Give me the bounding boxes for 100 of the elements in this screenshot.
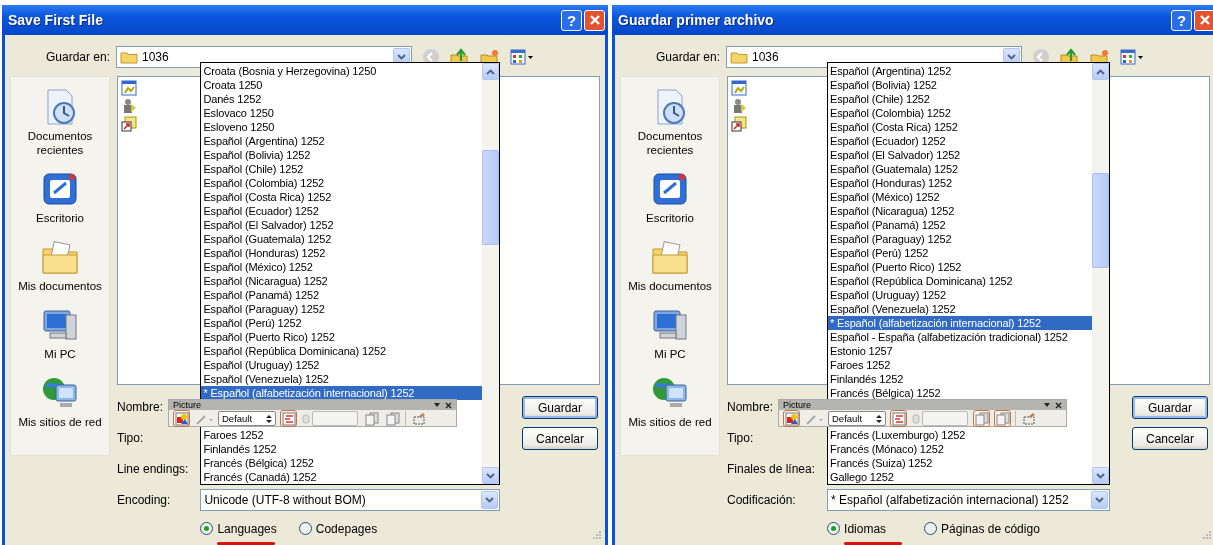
list-item[interactable]: Esloveno 1250: [201, 120, 482, 134]
radio-label[interactable]: Codepages: [315, 522, 378, 536]
radio-label[interactable]: Páginas de código: [941, 522, 1040, 536]
mode-dropdown[interactable]: Default: [218, 411, 276, 426]
place-label[interactable]: Mis documentos: [628, 279, 712, 293]
list-item[interactable]: Español (Perú) 1252: [201, 316, 482, 330]
scroll-down-button[interactable]: [1092, 467, 1109, 484]
filter-icon[interactable]: [890, 410, 907, 427]
image-icon[interactable]: [783, 410, 800, 427]
list-item[interactable]: Eslovaco 1250: [201, 106, 482, 120]
place-label[interactable]: Mi PC: [654, 347, 686, 361]
program-file-icon[interactable]: [731, 98, 747, 114]
radio-button[interactable]: [298, 522, 312, 535]
close-icon[interactable]: [445, 401, 452, 409]
pages-icon[interactable]: [973, 410, 990, 427]
list-item[interactable]: Español (Panamá) 1252: [201, 288, 482, 302]
place-label[interactable]: Documentos recientes: [12, 129, 108, 157]
list-item[interactable]: Español (Puerto Rico) 1252: [828, 260, 1092, 274]
crop-icon[interactable]: [410, 410, 427, 427]
list-item[interactable]: Español (Honduras) 1252: [201, 246, 482, 260]
list-item[interactable]: Español (República Dominicana) 1252: [828, 274, 1092, 288]
shortcut-file-icon[interactable]: [121, 116, 137, 132]
toolbar-menu-icon[interactable]: [1044, 403, 1050, 407]
scroll-up-button[interactable]: [482, 63, 499, 80]
list-item[interactable]: Español (Costa Rica) 1252: [201, 190, 482, 204]
list-item[interactable]: Español (Uruguay) 1252: [201, 358, 482, 372]
list-item[interactable]: Español (República Dominicana) 1252: [201, 344, 482, 358]
list-item[interactable]: Español (Guatemala) 1252: [201, 232, 482, 246]
list-item[interactable]: Gallego 1252: [828, 470, 1092, 484]
list-item[interactable]: Francés (Luxemburgo) 1252: [828, 428, 1092, 442]
scrollbar-thumb[interactable]: [1092, 173, 1109, 268]
place-label[interactable]: Escritorio: [646, 211, 694, 225]
list-item[interactable]: Español (Uruguay) 1252: [828, 288, 1092, 302]
list-item[interactable]: Español (Costa Rica) 1252: [828, 120, 1092, 134]
list-item[interactable]: Español (Venezuela) 1252: [828, 302, 1092, 316]
list-item[interactable]: Español (Bolivia) 1252: [828, 78, 1092, 92]
radio-label[interactable]: Idiomas: [844, 522, 887, 536]
place-label[interactable]: Escritorio: [36, 211, 84, 225]
list-item[interactable]: Español (Nicaragua) 1252: [828, 204, 1092, 218]
list-item[interactable]: Finlandés 1252: [828, 372, 1092, 386]
list-item[interactable]: * Español (alfabetización internacional) 1252: [201, 386, 482, 400]
filter-icon[interactable]: [280, 410, 297, 427]
crop-icon[interactable]: [1020, 410, 1037, 427]
list-item[interactable]: Francés (Mónaco) 1252: [828, 442, 1092, 456]
list-item[interactable]: Español (Chile) 1252: [828, 92, 1092, 106]
pages-icon[interactable]: [994, 410, 1011, 427]
list-item[interactable]: Español (Chile) 1252: [201, 162, 482, 176]
program-file-icon[interactable]: [121, 98, 137, 114]
list-item[interactable]: Croata 1250: [201, 78, 482, 92]
radio-button[interactable]: [827, 522, 841, 535]
resize-grip-icon[interactable]: [1202, 530, 1212, 540]
shortcut-file-icon[interactable]: [731, 116, 747, 132]
list-item[interactable]: Español (El Salvador) 1252: [828, 148, 1092, 162]
transparency-field[interactable]: [911, 410, 969, 427]
image-file-icon[interactable]: [121, 80, 137, 96]
list-item[interactable]: Español (México) 1252: [201, 260, 482, 274]
radio-label[interactable]: Languages: [217, 522, 277, 536]
place-label[interactable]: Mi PC: [44, 347, 76, 361]
list-item[interactable]: Finlandés 1252: [201, 442, 482, 456]
list-item[interactable]: Español (Perú) 1252: [828, 246, 1092, 260]
help-button[interactable]: ?: [561, 9, 582, 31]
list-item[interactable]: Español (El Salvador) 1252: [201, 218, 482, 232]
list-item[interactable]: Francés (Suiza) 1252: [828, 456, 1092, 470]
encoding-dropdown[interactable]: * Español (alfabetización internacional) 1252: [827, 489, 1110, 511]
dialog-button[interactable]: Cancelar: [1132, 427, 1208, 450]
list-item[interactable]: Francés (Bélgica) 1252: [828, 386, 1092, 400]
list-item[interactable]: Español (Puerto Rico) 1252: [201, 330, 482, 344]
transparency-field[interactable]: [301, 410, 359, 427]
radio-button[interactable]: [924, 522, 938, 535]
list-item[interactable]: Español - España (alfabetización tradicional) 1252: [828, 330, 1092, 344]
list-item[interactable]: Español (Ecuador) 1252: [201, 204, 482, 218]
place-label[interactable]: Mis sitios de red: [628, 415, 712, 429]
toolbar-menu-icon[interactable]: [434, 403, 440, 407]
list-item[interactable]: Faroes 1252: [201, 428, 482, 442]
list-item[interactable]: Estonio 1257: [828, 344, 1092, 358]
place-label[interactable]: Documentos recientes: [622, 129, 718, 157]
scrollbar-thumb[interactable]: [482, 150, 499, 245]
image-file-icon[interactable]: [731, 80, 747, 96]
list-item[interactable]: Español (Guatemala) 1252: [828, 162, 1092, 176]
encoding-dropdown[interactable]: Unicode (UTF-8 without BOM): [200, 489, 500, 511]
dialog-button[interactable]: Guardar: [522, 396, 598, 419]
list-item[interactable]: Francés (Canadá) 1252: [201, 470, 482, 484]
views-menu-icon[interactable]: [510, 49, 534, 65]
list-item[interactable]: Español (Paraguay) 1252: [828, 232, 1092, 246]
list-item[interactable]: Español (Argentina) 1252: [201, 134, 482, 148]
list-item[interactable]: Español (Colombia) 1252: [201, 176, 482, 190]
list-item[interactable]: Español (Venezuela) 1252: [201, 372, 482, 386]
mode-dropdown[interactable]: Default: [828, 411, 886, 426]
resize-grip-icon[interactable]: [592, 530, 602, 540]
list-item[interactable]: Español (Bolivia) 1252: [201, 148, 482, 162]
close-icon[interactable]: [1055, 401, 1062, 409]
place-label[interactable]: Mis documentos: [18, 279, 102, 293]
list-item[interactable]: Español (México) 1252: [828, 190, 1092, 204]
close-button[interactable]: [584, 9, 605, 31]
list-item[interactable]: Danés 1252: [201, 92, 482, 106]
list-item[interactable]: Español (Nicaragua) 1252: [201, 274, 482, 288]
help-button[interactable]: ?: [1171, 9, 1192, 31]
scroll-up-button[interactable]: [1092, 63, 1109, 80]
dialog-button[interactable]: Cancelar: [522, 427, 598, 450]
list-item[interactable]: Español (Panamá) 1252: [828, 218, 1092, 232]
